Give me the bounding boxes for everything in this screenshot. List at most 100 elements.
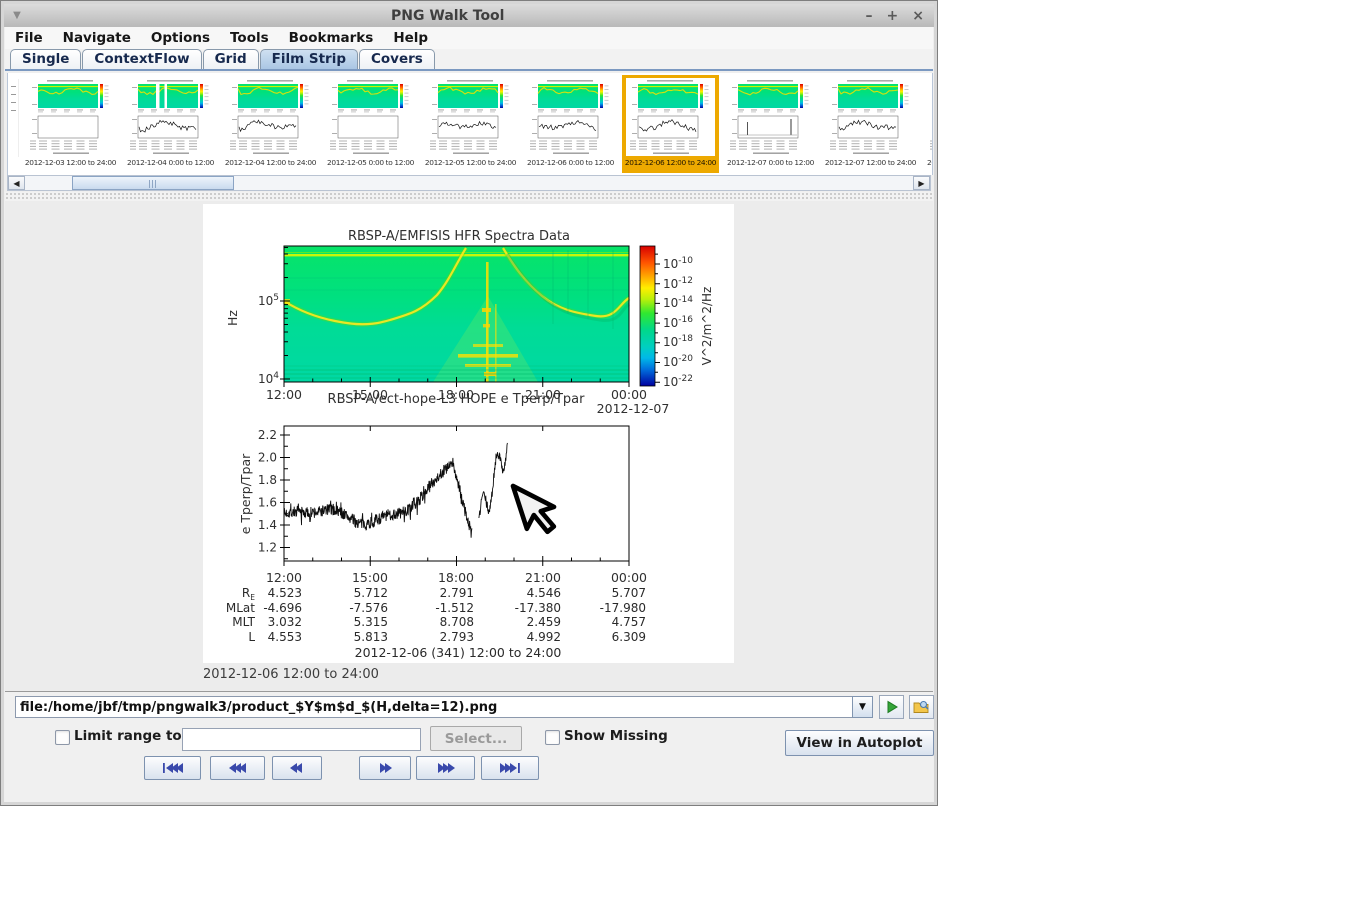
menu-navigate[interactable]: Navigate [53,28,141,48]
plot1-ylabel: Hz [225,310,240,326]
next-image-button[interactable] [359,756,411,780]
film-strip-thumbnail[interactable]: 2012-12-07 0:00 to 12:00 [722,75,819,173]
minimize-button[interactable]: – [866,9,873,23]
thumbnail-label: 2012-12-05 12:00 to 24:00 [422,158,519,167]
svg-text:18:00: 18:00 [438,570,474,585]
svg-text:5.712: 5.712 [354,586,388,600]
menu-bar: File Navigate Options Tools Bookmarks He… [5,27,933,50]
previous-image-button[interactable] [272,756,322,780]
skip-to-last-icon [497,762,523,774]
svg-text:5.707: 5.707 [612,586,646,600]
film-strip-thumbnail[interactable]: 2012-12-05 12:00 to 24:00 [422,75,519,173]
svg-text:12:00: 12:00 [266,387,302,402]
thumbnail-image [226,78,315,156]
maximize-button[interactable]: + [887,9,899,23]
limit-range-input[interactable] [182,728,421,751]
close-button[interactable]: × [912,9,924,23]
thumbnail-partial-left[interactable] [9,79,19,157]
tab-film-strip[interactable]: Film Strip [260,49,358,69]
svg-text:12:00: 12:00 [266,570,302,585]
film-strip-thumbnail[interactable]: 2012-12-07 12:00 to 24:00 [822,75,919,173]
svg-text:4.757: 4.757 [612,615,646,629]
film-strip-thumbnail[interactable]: 2012-12-06 12:00 to 24:00 [622,75,719,173]
tab-single[interactable]: Single [10,49,81,69]
svg-text:10-10: 10-10 [663,256,693,271]
svg-text:1.6: 1.6 [258,496,277,510]
svg-text:8.708: 8.708 [440,615,474,629]
svg-text:1.2: 1.2 [258,541,277,555]
svg-text:2.459: 2.459 [527,615,561,629]
menu-options[interactable]: Options [141,28,220,48]
forward-2-icon [372,762,398,774]
menu-bookmarks[interactable]: Bookmarks [279,28,384,48]
control-panel: ▼ Limit range to: Select... Show Missing… [5,691,933,802]
browse-folder-button[interactable] [909,695,934,719]
plot2-footer: 2012-12-06 (341) 12:00 to 24:00 [355,645,562,660]
film-strip-thumbnail[interactable]: 2012-12-05 0:00 to 12:00 [322,75,419,173]
svg-text:-7.576: -7.576 [349,601,388,615]
thumbnail-label: 2012-12-05 0:00 to 12:00 [322,158,419,167]
svg-text:4.553: 4.553 [268,630,302,644]
select-range-button[interactable]: Select... [430,726,522,751]
scroll-left-button[interactable]: ◀ [8,176,25,190]
next-fast-button[interactable] [416,756,475,780]
film-strip-thumbnail[interactable]: 2012-12-06 0:00 to 12:00 [522,75,619,173]
tab-contextflow[interactable]: ContextFlow [82,49,201,69]
svg-text:10-22: 10-22 [663,374,693,389]
plot1-x-date: 2012-12-07 [597,401,670,416]
svg-text:RE: RE [242,586,255,602]
svg-text:5.813: 5.813 [354,630,388,644]
forward-3-icon [433,762,459,774]
first-image-button[interactable] [144,756,201,780]
film-strip-thumbnail[interactable]: 2012-12-04 12:00 to 24:00 [222,75,319,173]
png-walk-tool-window: ▼ PNG Walk Tool – + × File Navigate Opti… [0,0,938,806]
svg-text:6.309: 6.309 [612,630,646,644]
skip-to-first-icon [160,762,186,774]
show-missing-checkbox[interactable] [545,730,560,745]
previous-fast-button[interactable] [210,756,265,780]
thumbnail-label: 2012-12-06 12:00 to 24:00 [622,158,719,167]
scroll-right-button[interactable]: ▶ [913,176,930,190]
film-strip-thumbnail[interactable]: 2012-12-04 0:00 to 12:00 [122,75,219,173]
menu-help[interactable]: Help [383,28,438,48]
thumbnail-image [826,78,915,156]
svg-text:10-12: 10-12 [663,276,693,291]
last-image-button[interactable] [481,756,539,780]
thumbnail-image [26,78,115,156]
thumbnail-label: 2012-12-08 0:00 to 12:00 [922,158,933,167]
window-menu-icon[interactable]: ▼ [4,10,30,21]
title-bar[interactable]: ▼ PNG Walk Tool – + × [4,4,934,27]
thumbnail-label: 2012-12-03 12:00 to 24:00 [22,158,119,167]
split-divider[interactable] [5,192,933,201]
folder-search-icon [913,700,930,714]
svg-text:21:00: 21:00 [525,570,561,585]
svg-text:-17.380: -17.380 [515,601,561,615]
film-strip-thumbnail[interactable]: 2012-12-08 0:00 to 12:00 [922,75,933,173]
film-strip-scrollbar[interactable]: ◀ ▶ [7,175,931,191]
tab-grid[interactable]: Grid [203,49,259,69]
svg-text:4.546: 4.546 [527,586,561,600]
svg-text:10-14: 10-14 [663,295,693,310]
thumbnail-label: 2012-12-04 0:00 to 12:00 [122,158,219,167]
template-combobox-input[interactable] [15,696,853,718]
limit-range-checkbox[interactable] [55,730,70,745]
combobox-dropdown-button[interactable]: ▼ [852,696,873,718]
film-strip-thumbnail[interactable]: 2012-12-03 12:00 to 24:00 [22,75,119,173]
svg-text:10-16: 10-16 [663,315,693,330]
svg-text:MLT: MLT [232,615,255,629]
menu-tools[interactable]: Tools [220,28,279,48]
reload-button[interactable] [879,695,904,719]
thumbnail-image [626,78,715,156]
scrollbar-thumb[interactable] [72,176,234,190]
plot2-xticks: 12:00 15:00 18:00 21:00 00:00 [266,570,647,585]
svg-text:4.992: 4.992 [527,630,561,644]
rewind-3-icon [225,762,251,774]
menu-file[interactable]: File [5,28,53,48]
view-in-autoplot-button[interactable]: View in Autoplot [785,730,934,756]
plot2-yticks: 2.2 2.0 1.8 1.6 1.4 1.2 [258,428,277,555]
svg-text:1.8: 1.8 [258,473,277,487]
limit-range-label: Limit range to: [74,728,187,744]
plot1-title: RBSP-A/EMFISIS HFR Spectra Data [348,229,570,244]
svg-text:10-18: 10-18 [663,334,693,349]
tab-covers[interactable]: Covers [359,49,435,69]
